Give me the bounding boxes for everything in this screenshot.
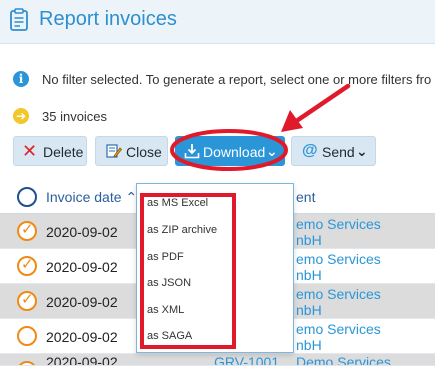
client-cell[interactable]: emo Services (296, 216, 381, 232)
client-cell-line2[interactable]: nbH (296, 232, 322, 248)
invoice-number-cell[interactable]: GRV-1001 (214, 354, 279, 365)
invoice-date-cell: 2020-09-02 (46, 354, 118, 366)
menu-item-pdf[interactable]: as PDF (147, 251, 184, 263)
client-cell[interactable]: Demo Services (296, 354, 391, 365)
email-at-icon: @ (302, 142, 318, 159)
page-title: Report invoices (39, 8, 177, 30)
annotation-arrow-head (281, 110, 303, 132)
invoice-date-cell: 2020-09-02 (46, 224, 118, 240)
row-checkbox[interactable] (17, 326, 37, 346)
menu-item-zip-archive[interactable]: as ZIP archive (147, 224, 217, 236)
close-button[interactable]: Close (95, 136, 168, 166)
row-checkbox[interactable]: ✓ (17, 256, 37, 276)
row-checkbox[interactable]: ✓ (17, 291, 37, 311)
client-cell[interactable]: emo Services (296, 321, 381, 337)
checkmark-icon: ✓ (21, 256, 34, 273)
checkmark-icon: ✓ (21, 291, 34, 308)
client-cell[interactable]: emo Services (296, 251, 381, 267)
menu-item-xml[interactable]: as XML (147, 304, 184, 316)
page-header: Report invoices (0, 0, 435, 44)
clipboard-icon (10, 8, 28, 31)
invoice-count-text: 35 invoices (42, 109, 108, 124)
select-all-checkbox[interactable] (17, 187, 37, 207)
filter-info-message: i No filter selected. To generate a repo… (13, 70, 435, 90)
download-menu: as MS Excel as ZIP archive as PDF as JSO… (136, 183, 294, 353)
delete-x-icon: ✕ (22, 141, 38, 161)
delete-button-label: Delete (43, 144, 84, 160)
client-cell-line2[interactable]: nbH (296, 302, 322, 318)
chevron-down-icon: ⌄ (356, 143, 368, 159)
edit-document-icon (106, 144, 122, 158)
send-button[interactable]: @ Send ⌄ (291, 136, 376, 166)
menu-item-json[interactable]: as JSON (147, 277, 191, 289)
row-checkbox[interactable] (17, 361, 37, 365)
row-checkbox[interactable]: ✓ (17, 221, 37, 241)
info-icon: i (13, 71, 29, 87)
menu-item-ms-excel[interactable]: as MS Excel (147, 197, 208, 209)
filter-info-text: No filter selected. To generate a report… (42, 72, 432, 87)
column-header-invoice-date-label: Invoice date (46, 189, 122, 205)
annotation-arrow-shaft (289, 83, 351, 127)
download-button[interactable]: Download ⌄ (175, 136, 285, 166)
download-button-label: Download (203, 144, 266, 160)
menu-item-saga[interactable]: as SAGA (147, 330, 192, 342)
download-icon (184, 144, 200, 159)
chevron-down-icon: ⌄ (266, 143, 278, 159)
column-header-client[interactable]: ent (296, 189, 315, 205)
arrow-right-icon: ➔ (13, 108, 29, 124)
column-header-invoice-date[interactable]: Invoice date ⌃ (46, 189, 137, 206)
close-button-label: Close (126, 144, 162, 160)
client-cell-line2[interactable]: nbH (296, 267, 322, 283)
invoice-date-cell: 2020-09-02 (46, 259, 118, 275)
client-cell[interactable]: emo Services (296, 286, 381, 302)
client-cell-line2[interactable]: nbH (296, 337, 322, 353)
table-row[interactable]: 2020-09-02 GRV-1001 Demo Services (0, 354, 435, 366)
invoice-date-cell: 2020-09-02 (46, 329, 118, 345)
invoice-date-cell: 2020-09-02 (46, 294, 118, 310)
invoice-count: ➔ 35 invoices (13, 106, 213, 126)
send-button-label: Send (322, 144, 355, 160)
delete-button[interactable]: ✕ Delete (13, 136, 87, 166)
checkmark-icon: ✓ (21, 221, 34, 238)
